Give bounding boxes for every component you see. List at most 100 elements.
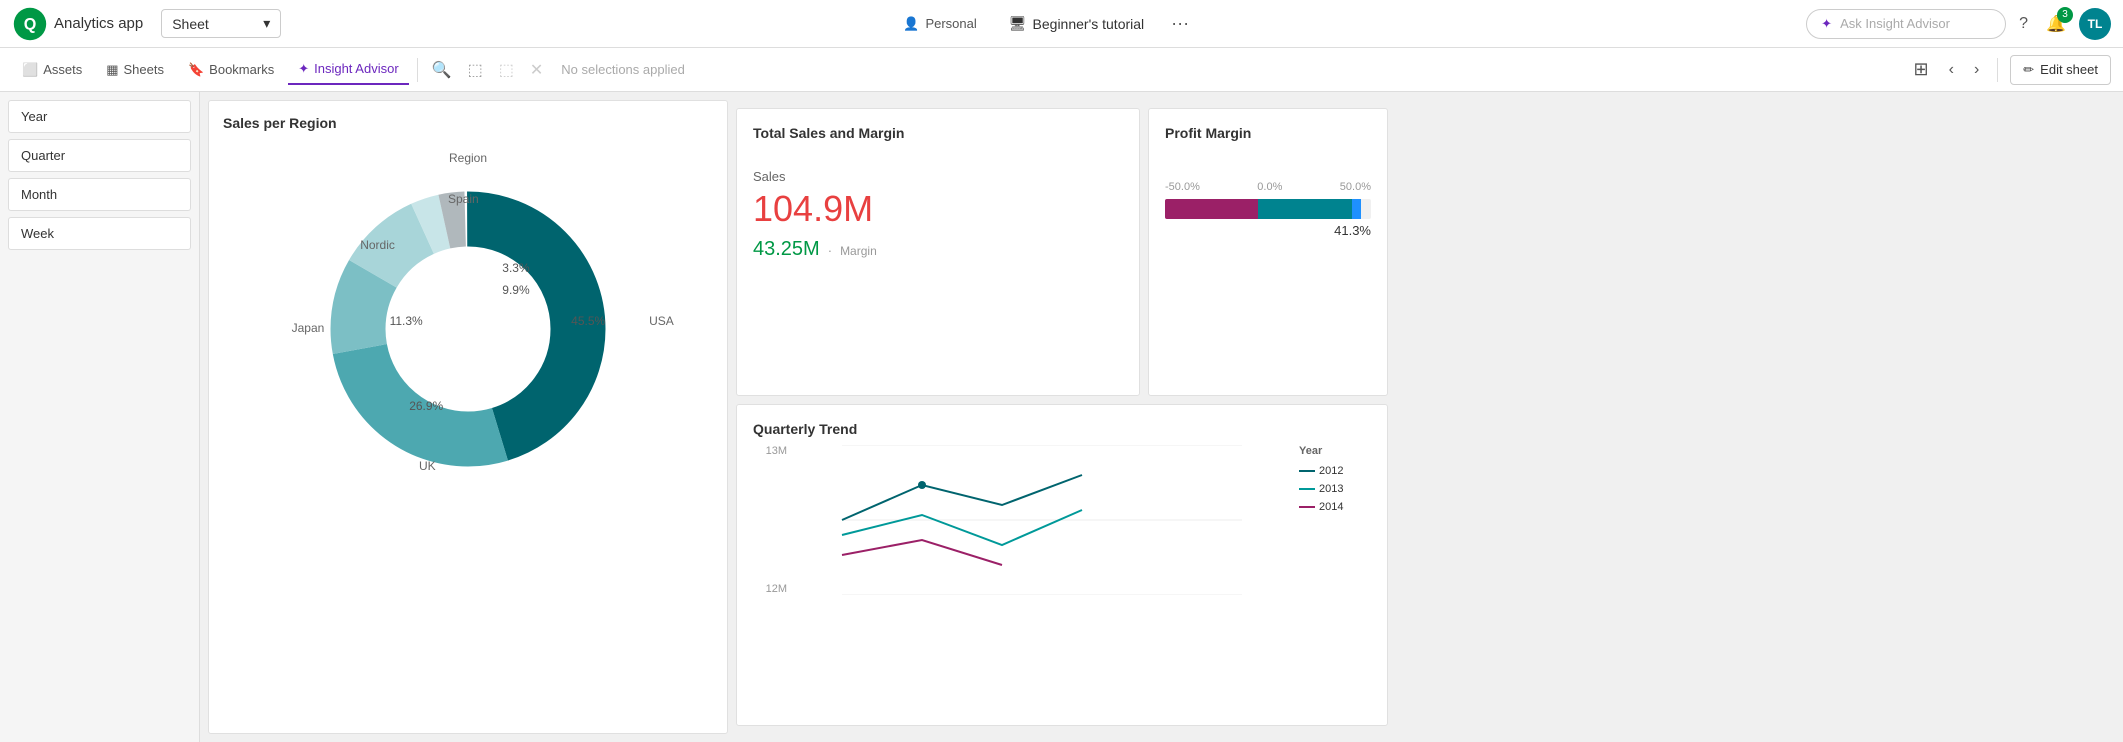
toolbar-divider bbox=[417, 58, 418, 82]
insight-advisor-button[interactable]: ✦ Insight Advisor bbox=[288, 55, 408, 85]
quarterly-legend: Year 2012 2013 2014 bbox=[1291, 445, 1371, 595]
pencil-icon: ✏ bbox=[2023, 62, 2034, 78]
sheet-dropdown[interactable]: Sheet ▾ bbox=[161, 9, 281, 38]
select-tool-button[interactable]: ⬚ bbox=[462, 54, 489, 86]
sheets-label: Sheets bbox=[124, 62, 164, 77]
nordic-pct: 9.9% bbox=[502, 283, 529, 297]
center-panel: Sales per Region Region Spain Nordic Jap… bbox=[200, 92, 2123, 742]
profit-scale-mid: 0.0% bbox=[1257, 181, 1282, 193]
margin-label: Margin bbox=[840, 244, 877, 258]
sales-per-region-card: Sales per Region Region Spain Nordic Jap… bbox=[208, 100, 728, 734]
personal-button[interactable]: 👤 Personal bbox=[893, 11, 987, 37]
assets-button[interactable]: ⬜ Assets bbox=[12, 56, 92, 84]
profit-pct-value: 41.3% bbox=[1165, 223, 1371, 238]
filter-week[interactable]: Week bbox=[8, 217, 191, 250]
search-icon-button[interactable]: 🔍 bbox=[426, 54, 458, 86]
total-sales-title: Total Sales and Margin bbox=[753, 125, 1123, 141]
quarterly-trend-card: Quarterly Trend 13M 12M bbox=[736, 404, 1388, 726]
quarterly-chart-area: 13M 12M bbox=[753, 445, 1371, 595]
uk-pct: 26.9% bbox=[409, 399, 443, 413]
sheets-button[interactable]: ▦ Sheets bbox=[96, 56, 174, 84]
quarterly-svg bbox=[793, 445, 1291, 595]
quarterly-2014-line bbox=[842, 540, 1002, 565]
quarterly-legend-title: Year bbox=[1299, 445, 1371, 457]
assets-icon: ⬜ bbox=[22, 62, 38, 78]
quarterly-trend-title: Quarterly Trend bbox=[753, 421, 1371, 437]
top-center-nav: 👤 Personal 🖥 Beginner's tutorial ··· bbox=[291, 8, 1796, 39]
grid-view-button[interactable]: ⊞ bbox=[1908, 53, 1935, 86]
left-sidebar: Year Quarter Month Week bbox=[0, 92, 200, 742]
nordic-label: Nordic bbox=[360, 238, 395, 252]
right-top-row: Total Sales and Margin Sales 104.9M 43.2… bbox=[736, 108, 1388, 396]
bookmarks-label: Bookmarks bbox=[209, 62, 274, 77]
profit-margin-title: Profit Margin bbox=[1165, 125, 1371, 141]
quarterly-2012-dot bbox=[918, 481, 926, 489]
sales-label: Sales bbox=[753, 169, 1123, 184]
top-bar: Q Analytics app Sheet ▾ 👤 Personal 🖥 Beg… bbox=[0, 0, 2123, 48]
profit-margin-card: Profit Margin -50.0% 0.0% 50.0% bbox=[1148, 108, 1388, 396]
profit-scale-min: -50.0% bbox=[1165, 181, 1200, 193]
prev-sheet-button[interactable]: ‹ bbox=[1943, 55, 1960, 85]
insight-icon: ✦ bbox=[298, 61, 309, 77]
ask-insight-label: Ask Insight Advisor bbox=[1840, 16, 1950, 31]
filter-quarter[interactable]: Quarter bbox=[8, 139, 191, 172]
sheets-icon: ▦ bbox=[106, 62, 118, 78]
profit-bar-container bbox=[1165, 199, 1371, 219]
lasso-tool-button[interactable]: ⬚ bbox=[493, 54, 520, 86]
filter-year[interactable]: Year bbox=[8, 100, 191, 133]
bookmarks-button[interactable]: 🔖 Bookmarks bbox=[178, 56, 284, 84]
margin-dash: · bbox=[828, 243, 832, 258]
legend-2014-label: 2014 bbox=[1319, 501, 1343, 513]
dropdown-chevron-icon: ▾ bbox=[263, 15, 270, 32]
top-right-actions: ✦ Ask Insight Advisor ? 🔔 3 TL bbox=[1806, 8, 2111, 40]
clear-tool-button[interactable]: ✕ bbox=[524, 54, 549, 86]
toolbar-right: ⊞ ‹ › ✏ Edit sheet bbox=[1908, 53, 2111, 86]
help-button[interactable]: ? bbox=[2014, 10, 2033, 38]
ask-insight-advisor-button[interactable]: ✦ Ask Insight Advisor bbox=[1806, 9, 2006, 39]
spain-pct: 3.3% bbox=[502, 261, 529, 275]
tutorial-label: Beginner's tutorial bbox=[1033, 16, 1145, 32]
more-options-button[interactable]: ··· bbox=[1166, 8, 1194, 39]
region-legend-label: Region bbox=[449, 151, 487, 165]
tutorial-button[interactable]: 🖥 Beginner's tutorial bbox=[999, 10, 1154, 37]
edit-sheet-label: Edit sheet bbox=[2040, 62, 2098, 77]
notification-button[interactable]: 🔔 3 bbox=[2041, 9, 2071, 39]
assets-label: Assets bbox=[43, 62, 82, 77]
avatar-initials: TL bbox=[2088, 17, 2103, 31]
no-selections-label: No selections applied bbox=[561, 62, 685, 77]
quarterly-2012-line bbox=[842, 475, 1082, 520]
japan-label: Japan bbox=[292, 321, 325, 335]
right-panel: Total Sales and Margin Sales 104.9M 43.2… bbox=[736, 100, 1396, 734]
legend-2013-label: 2013 bbox=[1319, 483, 1343, 495]
profit-bar-positive bbox=[1258, 199, 1353, 219]
legend-2012-line bbox=[1299, 470, 1315, 472]
margin-value: 43.25M bbox=[753, 238, 820, 261]
y-mid-label: 12M bbox=[766, 583, 787, 595]
filter-month[interactable]: Month bbox=[8, 178, 191, 211]
insight-advisor-label: Insight Advisor bbox=[314, 61, 399, 76]
profit-bar-extra bbox=[1352, 199, 1360, 219]
quarterly-chart-svg-container bbox=[793, 445, 1291, 595]
profit-scale-max: 50.0% bbox=[1340, 181, 1371, 193]
app-name: Analytics app bbox=[54, 15, 143, 32]
qlik-logo: Q Analytics app bbox=[12, 6, 151, 42]
next-sheet-button[interactable]: › bbox=[1968, 55, 1985, 85]
y-axis: 13M 12M bbox=[753, 445, 793, 595]
japan-pct: 11.3% bbox=[390, 314, 423, 328]
profit-scale: -50.0% 0.0% 50.0% bbox=[1165, 181, 1371, 193]
legend-2014: 2014 bbox=[1299, 501, 1371, 513]
edit-sheet-button[interactable]: ✏ Edit sheet bbox=[2010, 55, 2111, 85]
user-avatar[interactable]: TL bbox=[2079, 8, 2111, 40]
qlik-logo-icon: Q bbox=[12, 6, 48, 42]
monitor-icon: 🖥 bbox=[1009, 15, 1027, 32]
person-icon: 👤 bbox=[903, 16, 919, 32]
uk-label: UK bbox=[419, 459, 436, 473]
sheet-label: Sheet bbox=[172, 16, 209, 32]
usa-pct: 45.5% bbox=[571, 314, 605, 328]
svg-text:Q: Q bbox=[24, 15, 37, 33]
sparkle-icon: ✦ bbox=[1821, 16, 1832, 32]
y-max-label: 13M bbox=[766, 445, 787, 457]
profit-bar-negative bbox=[1165, 199, 1258, 219]
legend-2013-line bbox=[1299, 488, 1315, 490]
bookmark-icon: 🔖 bbox=[188, 62, 204, 78]
